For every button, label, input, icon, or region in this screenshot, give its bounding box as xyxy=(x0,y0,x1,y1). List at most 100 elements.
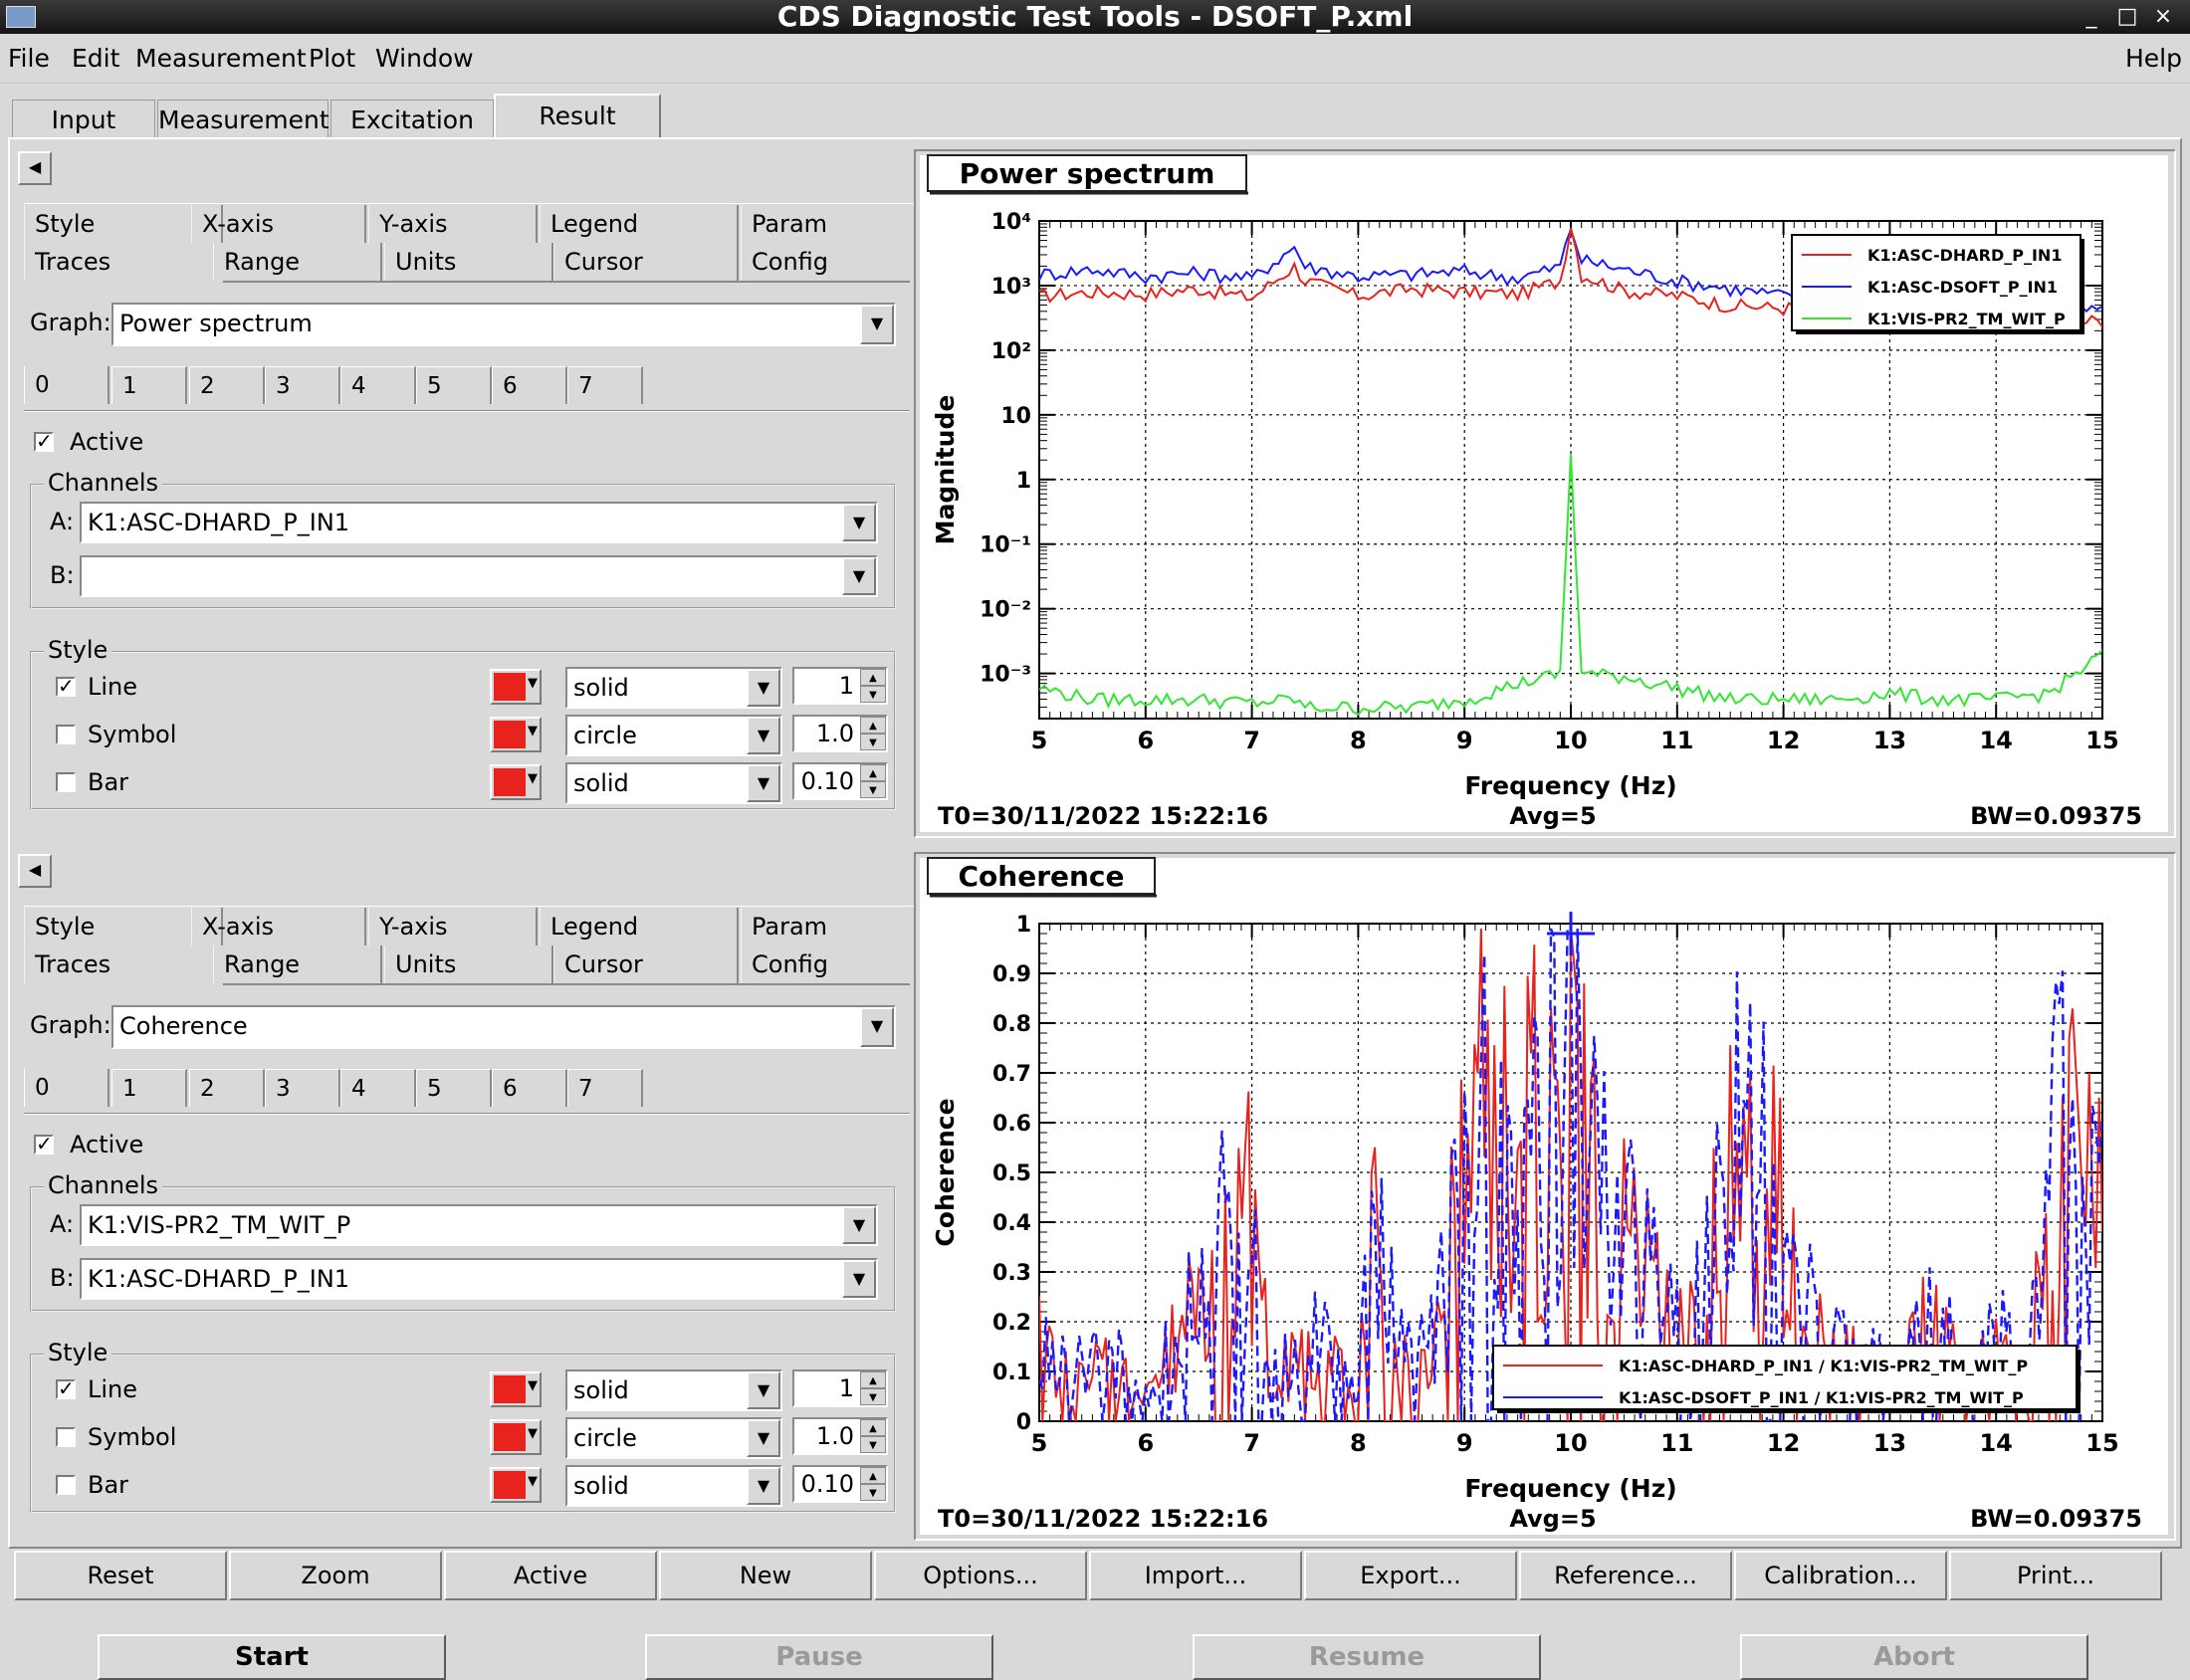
trace-tab-4[interactable]: 4 xyxy=(340,1069,416,1107)
spin-down-icon[interactable]: ▼ xyxy=(860,1436,886,1453)
spin-down-icon[interactable]: ▼ xyxy=(860,781,886,798)
channel-a-select[interactable]: K1:VIS-PR2_TM_WIT_P ▼ xyxy=(80,1204,878,1246)
subtab-traces[interactable]: Traces xyxy=(24,945,223,983)
bar-checkbox[interactable] xyxy=(56,1475,76,1495)
trace-tab-3[interactable]: 3 xyxy=(265,1069,340,1107)
subtab-cursor[interactable]: Cursor xyxy=(553,243,739,281)
channel-b-select[interactable]: K1:ASC-DHARD_P_IN1 ▼ xyxy=(80,1258,878,1300)
reset-button[interactable]: Reset xyxy=(14,1551,227,1600)
subtab-cursor[interactable]: Cursor xyxy=(553,945,739,983)
symbol-color-picker[interactable]: ▼ xyxy=(490,1419,542,1455)
zoom-button[interactable]: Zoom xyxy=(229,1551,442,1600)
trace-tab-5[interactable]: 5 xyxy=(416,1069,492,1107)
menu-help[interactable]: Help xyxy=(2125,44,2182,73)
subtab-config[interactable]: Config xyxy=(741,243,918,281)
calibration-button[interactable]: Calibration... xyxy=(1734,1551,1947,1600)
symbol-size-spinner[interactable]: 1.0 ▲ ▼ xyxy=(792,715,888,752)
trace-tab-7[interactable]: 7 xyxy=(567,1069,643,1107)
trace-tab-4[interactable]: 4 xyxy=(340,366,416,404)
trace-tab-1[interactable]: 1 xyxy=(111,1069,187,1107)
bar-size-spinner[interactable]: 0.10 ▲ ▼ xyxy=(792,762,888,800)
tab-excitation[interactable]: Excitation xyxy=(330,100,494,139)
trace-tab-0[interactable]: 0 xyxy=(24,1069,110,1107)
window-title-bar[interactable]: CDS Diagnostic Test Tools - DSOFT_P.xml … xyxy=(0,0,2190,34)
active-checkbox[interactable]: ✓ xyxy=(34,431,54,452)
line-color-picker[interactable]: ▼ xyxy=(490,1371,542,1407)
collapse-options-button[interactable]: ◀ xyxy=(18,151,52,185)
symbol-type-select[interactable]: circle ▼ xyxy=(565,715,782,756)
chevron-down-icon[interactable]: ▼ xyxy=(747,669,780,707)
line-size-spinner[interactable]: 1 ▲ ▼ xyxy=(792,667,888,705)
trace-tab-3[interactable]: 3 xyxy=(265,366,340,404)
subtab-config[interactable]: Config xyxy=(741,945,918,983)
graph-select[interactable]: Power spectrum ▼ xyxy=(111,303,896,346)
bar-color-picker[interactable]: ▼ xyxy=(490,764,542,800)
spin-down-icon[interactable]: ▼ xyxy=(860,734,886,750)
active-button[interactable]: Active xyxy=(444,1551,657,1600)
trace-tab-6[interactable]: 6 xyxy=(492,1069,567,1107)
minimize-icon[interactable]: _ xyxy=(2079,4,2104,30)
channel-a-select[interactable]: K1:ASC-DHARD_P_IN1 ▼ xyxy=(80,502,878,543)
spin-down-icon[interactable]: ▼ xyxy=(860,1388,886,1405)
chevron-down-icon[interactable]: ▼ xyxy=(842,1260,876,1298)
subtab-legend[interactable]: Legend xyxy=(540,908,739,945)
spin-up-icon[interactable]: ▲ xyxy=(860,717,886,734)
subtab-range[interactable]: Range xyxy=(213,243,382,281)
spin-up-icon[interactable]: ▲ xyxy=(860,669,886,686)
bar-checkbox[interactable] xyxy=(56,772,76,792)
line-checkbox[interactable]: ✓ xyxy=(56,1378,76,1399)
symbol-type-select[interactable]: circle ▼ xyxy=(565,1417,782,1459)
line-type-select[interactable]: solid ▼ xyxy=(565,1369,782,1411)
menu-measurement[interactable]: Measurement xyxy=(135,44,307,73)
chevron-down-icon[interactable]: ▼ xyxy=(747,1467,780,1505)
subtab-xaxis[interactable]: X-axis xyxy=(191,205,366,243)
trace-tab-2[interactable]: 2 xyxy=(189,366,265,404)
subtab-xaxis[interactable]: X-axis xyxy=(191,908,366,945)
tab-input[interactable]: Input xyxy=(12,100,155,139)
line-type-select[interactable]: solid ▼ xyxy=(565,667,782,709)
trace-tab-0[interactable]: 0 xyxy=(24,366,110,404)
pause-button[interactable]: Pause xyxy=(645,1634,993,1680)
spin-up-icon[interactable]: ▲ xyxy=(860,1467,886,1484)
line-checkbox[interactable]: ✓ xyxy=(56,676,76,697)
subtab-yaxis[interactable]: Y-axis xyxy=(368,908,538,945)
menu-edit[interactable]: Edit xyxy=(72,44,119,73)
maximize-icon[interactable]: □ xyxy=(2114,4,2140,30)
trace-tab-2[interactable]: 2 xyxy=(189,1069,265,1107)
coherence-chart[interactable]: Coherence 5 6 7 8 9 10 11 12 13 14 15 0 0.1 0.2 0.3 0.4 0… xyxy=(916,854,2174,1539)
export-button[interactable]: Export... xyxy=(1304,1551,1517,1600)
power-spectrum-chart[interactable]: Power spectrum 5 6 7 8 9 10 11 12 13 14 15 10⁻³ 10⁻² 1… xyxy=(916,151,2174,836)
abort-button[interactable]: Abort xyxy=(1740,1634,2088,1680)
subtab-traces[interactable]: Traces xyxy=(24,243,223,281)
chevron-down-icon[interactable]: ▼ xyxy=(747,717,780,754)
subtab-units[interactable]: Units xyxy=(384,945,553,983)
tab-result[interactable]: Result xyxy=(494,94,661,139)
bar-type-select[interactable]: solid ▼ xyxy=(565,762,782,804)
subtab-range[interactable]: Range xyxy=(213,945,382,983)
new-button[interactable]: New xyxy=(659,1551,872,1600)
trace-tab-5[interactable]: 5 xyxy=(416,366,492,404)
trace-tab-6[interactable]: 6 xyxy=(492,366,567,404)
reference-button[interactable]: Reference... xyxy=(1519,1551,1732,1600)
subtab-yaxis[interactable]: Y-axis xyxy=(368,205,538,243)
trace-tab-7[interactable]: 7 xyxy=(567,366,643,404)
symbol-checkbox[interactable] xyxy=(56,725,76,744)
graph-select[interactable]: Coherence ▼ xyxy=(111,1005,896,1049)
start-button[interactable]: Start xyxy=(98,1634,446,1680)
close-icon[interactable]: × xyxy=(2150,4,2176,30)
menu-window[interactable]: Window xyxy=(375,44,474,73)
symbol-size-spinner[interactable]: 1.0 ▲ ▼ xyxy=(792,1417,888,1455)
options-button[interactable]: Options... xyxy=(874,1551,1087,1600)
tab-measurement[interactable]: Measurement xyxy=(157,100,329,139)
collapse-options-button[interactable]: ◀ xyxy=(18,854,52,888)
bar-size-spinner[interactable]: 0.10 ▲ ▼ xyxy=(792,1465,888,1503)
menu-plot[interactable]: Plot xyxy=(309,44,355,73)
line-color-picker[interactable]: ▼ xyxy=(490,669,542,705)
subtab-units[interactable]: Units xyxy=(384,243,553,281)
symbol-color-picker[interactable]: ▼ xyxy=(490,717,542,752)
chevron-down-icon[interactable]: ▼ xyxy=(747,1419,780,1457)
spin-down-icon[interactable]: ▼ xyxy=(860,686,886,703)
print-button[interactable]: Print... xyxy=(1949,1551,2162,1600)
subtab-legend[interactable]: Legend xyxy=(540,205,739,243)
trace-tab-1[interactable]: 1 xyxy=(111,366,187,404)
